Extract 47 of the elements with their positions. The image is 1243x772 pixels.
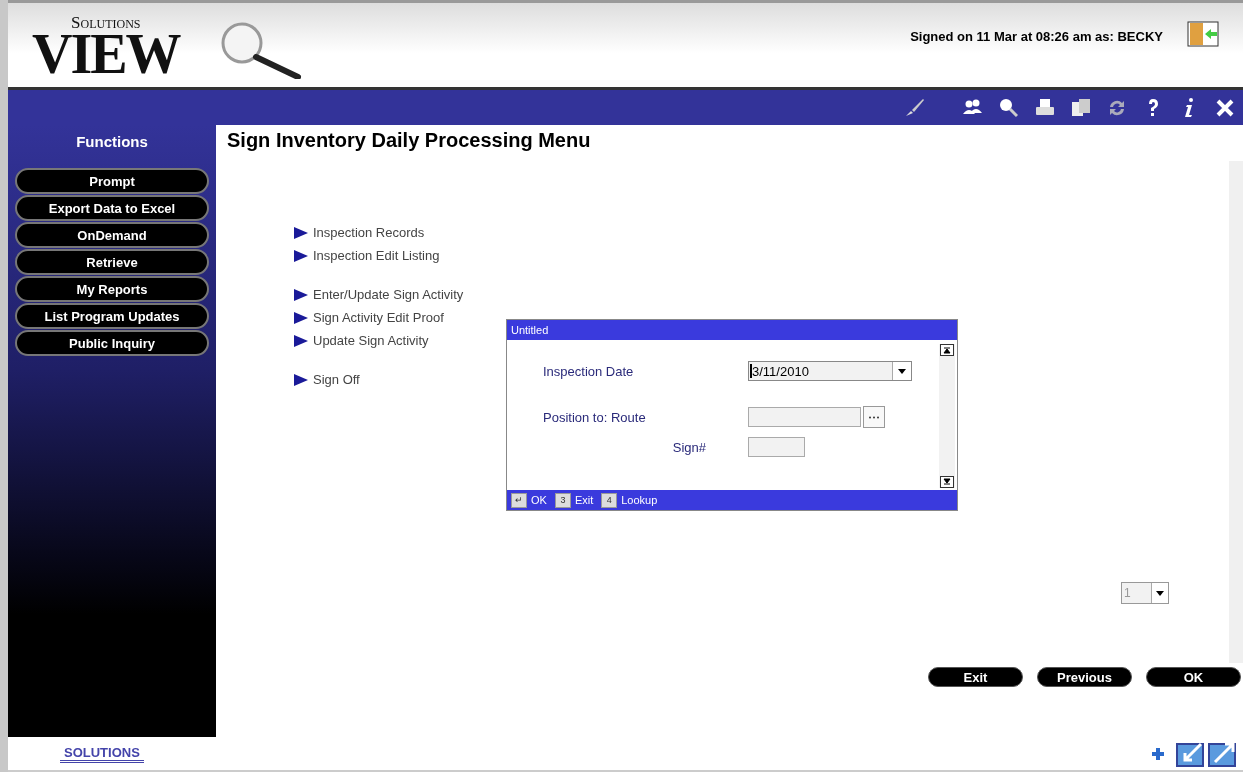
action-button[interactable]: Exit bbox=[928, 667, 1023, 687]
menu-link[interactable]: Inspection Edit Listing bbox=[313, 248, 440, 263]
dropdown-arrow-icon bbox=[898, 368, 906, 374]
triangle-icon bbox=[294, 226, 308, 239]
action-button[interactable]: OK bbox=[1146, 667, 1241, 687]
triangle-icon bbox=[294, 373, 308, 386]
scroll-bottom-icon[interactable] bbox=[940, 476, 954, 488]
triangle-icon bbox=[294, 249, 308, 262]
menu-link[interactable]: Update Sign Activity bbox=[313, 333, 429, 348]
menu-link[interactable]: Sign Activity Edit Proof bbox=[313, 310, 444, 325]
function-button[interactable]: My Reports bbox=[15, 276, 209, 302]
dialog-title: Untitled bbox=[507, 320, 957, 340]
dropdown-arrow-icon bbox=[1156, 590, 1164, 596]
signed-on-text: Signed on 11 Mar at 08:26 am as: BECKY bbox=[910, 29, 1163, 44]
logo: Solutions VIEW bbox=[32, 15, 180, 77]
menu-link[interactable]: Enter/Update Sign Activity bbox=[313, 287, 464, 302]
function-key-button[interactable]: ↵ OK bbox=[511, 492, 547, 508]
triangle-icon bbox=[294, 288, 308, 301]
menu-link[interactable]: Sign Off bbox=[313, 372, 360, 387]
triangle-icon bbox=[294, 311, 308, 324]
function-button[interactable]: OnDemand bbox=[15, 222, 209, 248]
scroll-top-icon[interactable] bbox=[940, 344, 954, 356]
field-label: Inspection Date bbox=[543, 363, 635, 379]
function-button[interactable]: Public Inquiry bbox=[15, 330, 209, 356]
field-label: Sign# bbox=[671, 439, 706, 455]
footer-logo: SOLUTIONS bbox=[60, 744, 144, 763]
input-field[interactable] bbox=[748, 437, 805, 457]
ellipsis-icon bbox=[868, 415, 880, 419]
plus-icon[interactable] bbox=[1149, 746, 1167, 761]
function-key-button[interactable]: 4 Lookup bbox=[601, 492, 658, 508]
sidebar-title: Functions bbox=[76, 133, 148, 150]
page-title: Sign Inventory Daily Processing Menu bbox=[227, 129, 592, 152]
triangle-icon bbox=[294, 334, 308, 347]
function-button[interactable]: Retrieve bbox=[15, 249, 209, 275]
window-arrows-icon[interactable] bbox=[1175, 740, 1237, 767]
exit-door-icon[interactable] bbox=[1187, 21, 1219, 47]
field-label: Position to: Route bbox=[543, 409, 647, 425]
menu-link[interactable]: Inspection Records bbox=[313, 225, 425, 240]
input-field[interactable] bbox=[748, 407, 861, 427]
function-button[interactable]: List Program Updates bbox=[15, 303, 209, 329]
action-button[interactable]: Previous bbox=[1037, 667, 1132, 687]
function-button[interactable]: Prompt bbox=[15, 168, 209, 194]
scrollbar[interactable] bbox=[939, 344, 955, 488]
function-key-button[interactable]: 3 Exit bbox=[554, 492, 594, 508]
function-button[interactable]: Export Data to Excel bbox=[15, 195, 209, 221]
date-dropdown[interactable]: 3/11/2010 bbox=[748, 361, 912, 381]
lookup-button[interactable] bbox=[863, 406, 885, 428]
